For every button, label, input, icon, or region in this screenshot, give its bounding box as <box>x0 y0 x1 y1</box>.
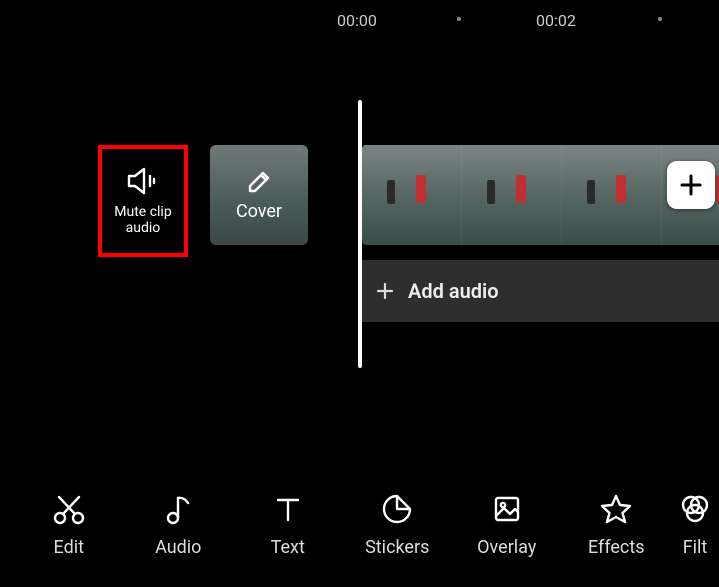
tool-edit[interactable]: Edit <box>14 491 124 558</box>
filters-icon <box>677 491 713 527</box>
add-clip-button[interactable] <box>667 161 715 209</box>
tool-label: Filt <box>683 537 708 558</box>
playhead[interactable] <box>358 100 362 368</box>
add-audio-track[interactable]: Add audio <box>362 260 719 322</box>
clip-frame[interactable] <box>562 145 662 245</box>
tool-overlay[interactable]: Overlay <box>452 491 562 558</box>
text-icon <box>270 491 306 527</box>
tool-label: Stickers <box>365 537 429 558</box>
cover-label: Cover <box>236 201 282 222</box>
tool-audio[interactable]: Audio <box>124 491 234 558</box>
add-audio-label: Add audio <box>408 279 499 303</box>
clip-frame[interactable] <box>462 145 562 245</box>
tool-label: Edit <box>54 537 84 558</box>
tool-label: Overlay <box>477 537 536 558</box>
ruler-tick-1: 00:02 <box>536 11 576 30</box>
ruler-dot <box>457 17 461 21</box>
cover-button[interactable]: Cover <box>210 145 308 245</box>
tool-filters[interactable]: Filt <box>671 491 719 558</box>
clip-frame[interactable] <box>362 145 462 245</box>
star-icon <box>598 491 634 527</box>
sticker-icon <box>379 491 415 527</box>
tool-label: Effects <box>588 537 645 558</box>
timeline-ruler[interactable]: 00:00 00:02 <box>0 0 719 40</box>
plus-icon <box>376 282 394 300</box>
overlay-icon <box>489 491 525 527</box>
tool-text[interactable]: Text <box>233 491 343 558</box>
scissors-icon <box>51 491 87 527</box>
ruler-tick-0: 00:00 <box>337 11 377 30</box>
mute-clip-audio-label: Mute clip audio <box>114 204 171 236</box>
tool-label: Audio <box>155 537 201 558</box>
speaker-icon <box>126 166 160 196</box>
tool-effects[interactable]: Effects <box>562 491 672 558</box>
plus-icon <box>677 171 705 199</box>
mute-clip-audio-button[interactable]: Mute clip audio <box>98 145 188 257</box>
music-note-icon <box>160 491 196 527</box>
ruler-dot <box>658 17 662 21</box>
pencil-icon <box>246 169 272 195</box>
tool-label: Text <box>271 537 305 558</box>
bottom-toolbar: Edit Audio Text Stickers <box>0 479 719 569</box>
tool-stickers[interactable]: Stickers <box>343 491 453 558</box>
video-clip-strip[interactable] <box>362 145 719 245</box>
